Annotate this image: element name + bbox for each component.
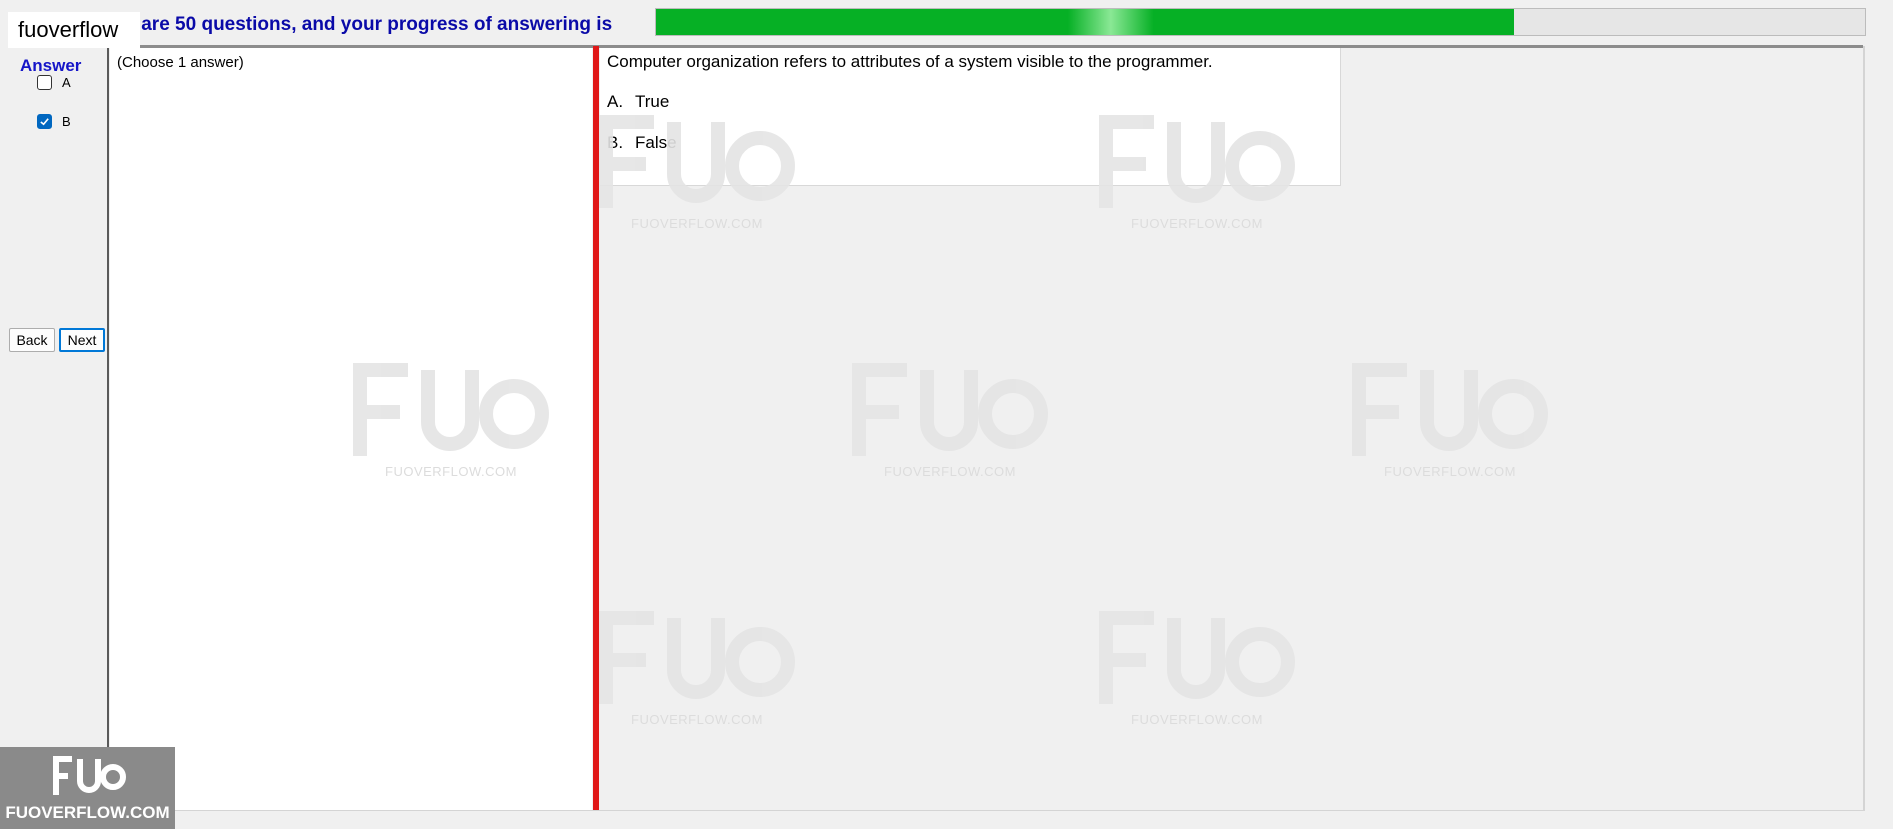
checkbox-a[interactable] [37, 75, 52, 90]
brand-label: fuoverflow [8, 12, 140, 48]
next-button[interactable]: Next [59, 328, 105, 352]
question-option-b-letter: B. [607, 133, 624, 152]
progress-bar [655, 8, 1866, 36]
corner-logo: FUOVERFLOW.COM [0, 747, 175, 829]
checkbox-b[interactable] [37, 114, 52, 129]
question-option-a-letter: A. [607, 92, 624, 111]
question-area: Computer organization refers to attribut… [600, 48, 1863, 808]
answer-option-b[interactable]: B [37, 114, 71, 129]
fuo-logo-icon [53, 756, 126, 795]
bottom-border [110, 810, 1865, 811]
progress-caption: re are 50 questions, and your progress o… [118, 14, 613, 35]
corner-logo-text: FUOVERFLOW.COM [5, 803, 170, 822]
progress-bar-fill [656, 9, 1515, 35]
answer-title: Answer [20, 56, 82, 75]
question-option-b-text: False [635, 133, 677, 152]
panel-splitter[interactable] [593, 46, 599, 810]
question-text: Computer organization refers to attribut… [607, 52, 1213, 71]
header-bar: re are 50 questions, and your progress o… [0, 0, 1893, 44]
answer-option-a[interactable]: A [37, 75, 71, 90]
question-box: Computer organization refers to attribut… [600, 48, 1341, 186]
right-border [1863, 46, 1865, 810]
answer-option-b-label: B [62, 114, 71, 129]
choose-instruction: (Choose 1 answer) [117, 54, 244, 71]
left-splitter[interactable] [107, 48, 109, 810]
back-button[interactable]: Back [9, 328, 55, 352]
answer-panel: Answer A B Back Next [0, 46, 108, 810]
question-option-a: A. True [607, 92, 669, 112]
answer-option-a-label: A [62, 75, 71, 90]
checkmark-icon [40, 118, 49, 126]
question-option-b: B. False [607, 133, 677, 153]
exam-window: re are 50 questions, and your progress o… [0, 0, 1893, 829]
instruction-panel: (Choose 1 answer) [110, 48, 592, 810]
question-option-a-text: True [635, 92, 670, 111]
